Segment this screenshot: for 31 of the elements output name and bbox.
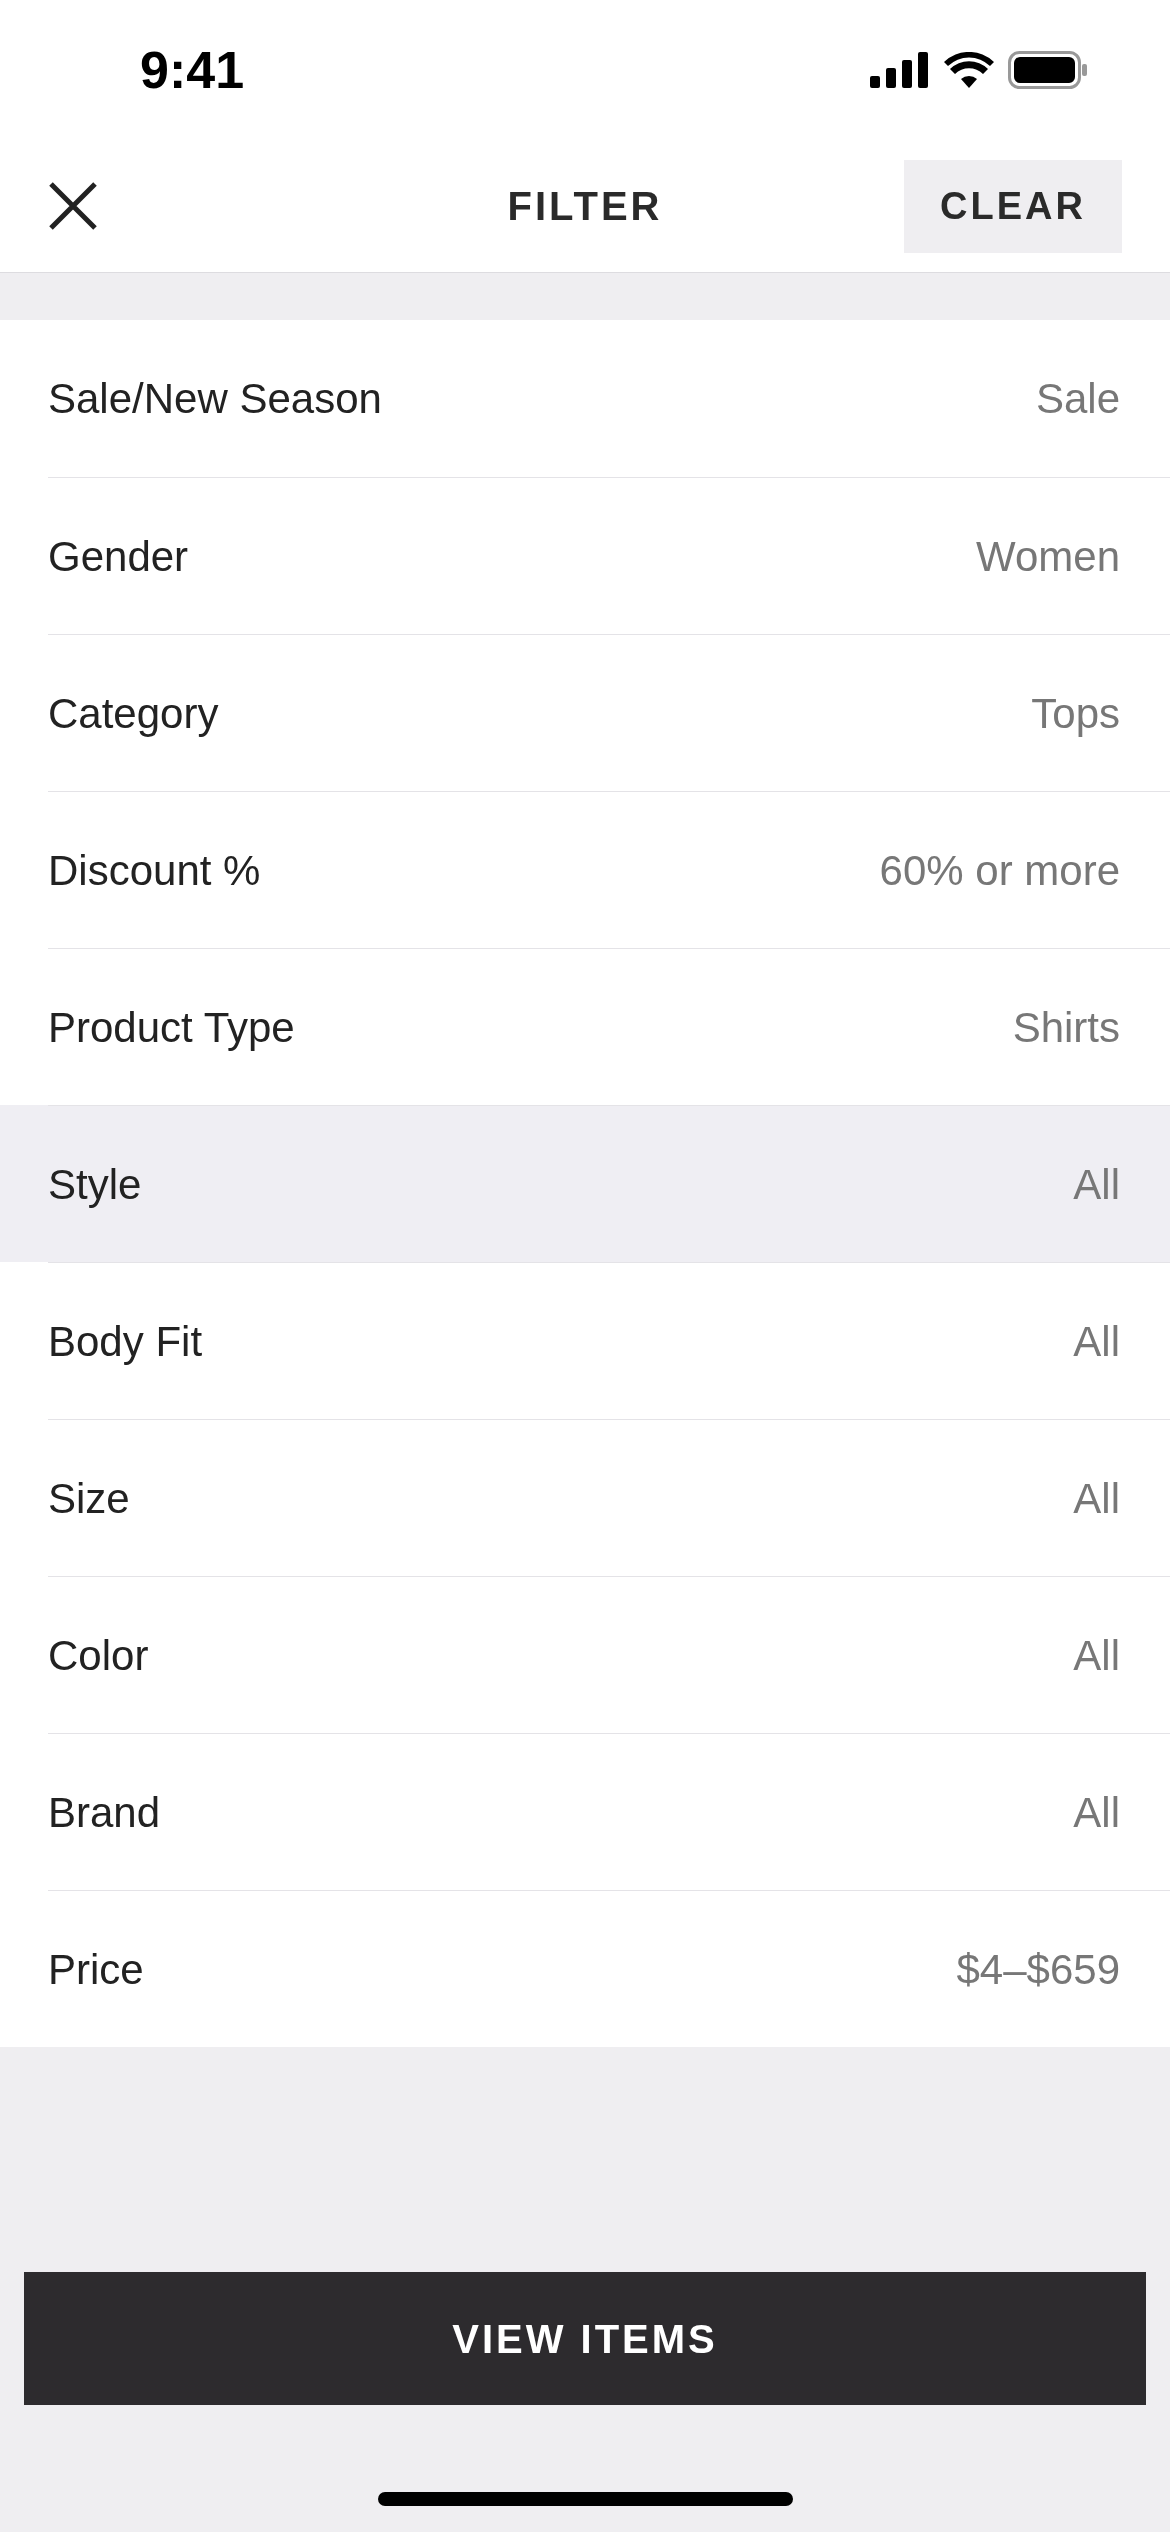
clear-button[interactable]: CLEAR (904, 159, 1122, 253)
filter-label: Style (48, 1159, 142, 1210)
filter-label: Price (48, 1944, 144, 1995)
filter-label: Discount % (48, 845, 261, 896)
filter-value: Women (976, 531, 1120, 582)
filter-label: Size (48, 1473, 130, 1524)
filter-value: Tops (1031, 688, 1120, 739)
filter-label: Gender (48, 531, 189, 582)
filter-label: Category (48, 688, 219, 739)
view-items-button[interactable]: VIEW ITEMS (24, 2272, 1146, 2405)
wifi-icon (944, 52, 994, 88)
filter-label: Sale/New Season (48, 374, 382, 424)
close-icon[interactable] (48, 181, 98, 231)
filter-value: Shirts (1012, 1002, 1120, 1053)
filter-value: All (1073, 1159, 1120, 1210)
signal-icon (870, 52, 930, 88)
filter-label: Product Type (48, 1002, 295, 1053)
filter-label: Color (48, 1630, 149, 1681)
filter-value: $4–$659 (956, 1944, 1120, 1995)
filter-value: All (1073, 1316, 1120, 1367)
filter-label: Brand (48, 1787, 161, 1838)
status-time: 9:41 (140, 40, 245, 101)
filter-value: All (1073, 1630, 1120, 1681)
filter-value: All (1073, 1787, 1120, 1838)
filter-value: 60% or more (879, 845, 1120, 896)
filter-row[interactable]: Style All (0, 1105, 1170, 1262)
battery-icon (1008, 51, 1088, 89)
filter-value: All (1073, 1473, 1120, 1524)
filter-label: Body Fit (48, 1316, 203, 1367)
filter-title: FILTER (507, 183, 663, 230)
filter-value: Sale (1035, 374, 1120, 424)
